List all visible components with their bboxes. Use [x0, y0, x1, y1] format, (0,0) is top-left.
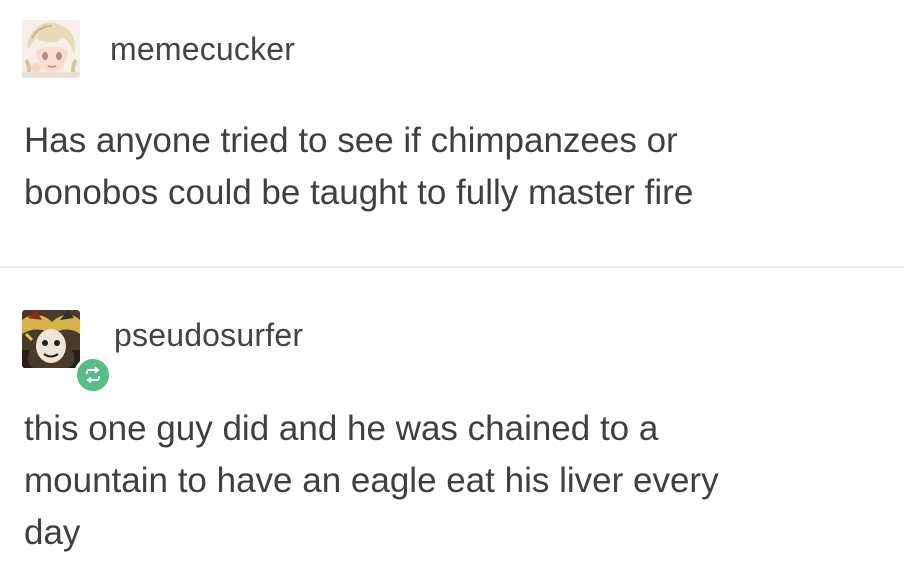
post-text-line: mountain to have an eagle eat his liver … — [24, 461, 719, 500]
reblog-icon — [86, 366, 100, 384]
post-text: this one guy did and he was chained to a… — [24, 403, 719, 559]
post-memecucker: memecucker Has anyone tried to see if ch… — [0, 0, 904, 266]
anime-girl-avatar-icon — [22, 20, 80, 78]
post-text-line: day — [24, 513, 81, 552]
post-text-line: Has anyone tried to see if chimpanzees o… — [24, 121, 678, 160]
reblog-badge — [74, 356, 112, 394]
post-text: Has anyone tried to see if chimpanzees o… — [24, 115, 693, 219]
username[interactable]: pseudosurfer — [114, 317, 303, 354]
post-header: pseudosurfer — [22, 310, 303, 394]
username[interactable]: memecucker — [110, 31, 295, 68]
jester-avatar-icon — [22, 310, 80, 368]
avatar[interactable] — [22, 310, 80, 368]
post-text-line: bonobos could be taught to fully master … — [24, 173, 694, 212]
post-text-line: this one guy did and he was chained to a — [24, 409, 659, 448]
post-pseudosurfer: pseudosurfer this one guy did and he was… — [0, 268, 904, 582]
avatar-wrapper — [22, 310, 112, 394]
avatar[interactable] — [22, 20, 80, 78]
post-header: memecucker — [22, 20, 295, 78]
